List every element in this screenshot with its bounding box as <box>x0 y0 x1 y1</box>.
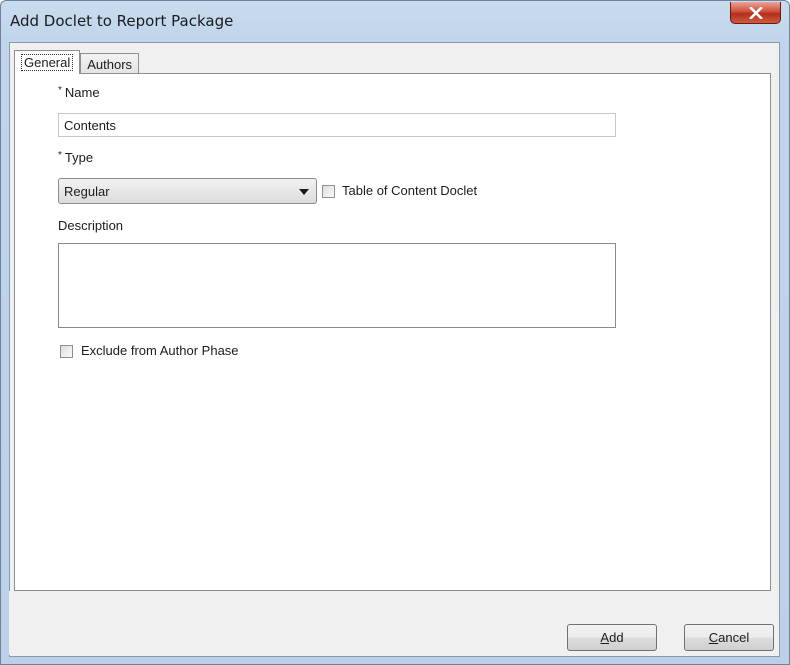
description-textarea[interactable] <box>58 243 616 328</box>
cancel-button[interactable]: Cancel <box>684 624 774 651</box>
add-button[interactable]: Add <box>567 624 657 651</box>
close-icon <box>748 6 763 19</box>
button-footer <box>9 591 778 655</box>
name-input[interactable] <box>58 113 616 137</box>
title-bar[interactable]: Add Doclet to Report Package <box>1 1 789 43</box>
dropdown-arrow-icon <box>299 189 309 195</box>
name-label-text: Name <box>64 85 100 100</box>
name-label: * Name <box>58 85 100 100</box>
required-marker: * <box>58 150 62 161</box>
toc-doclet-checkbox[interactable] <box>322 185 335 198</box>
description-label: Description <box>58 218 124 233</box>
type-label-text: Type <box>64 150 94 165</box>
tab-general[interactable]: General <box>14 50 81 74</box>
tab-authors-label: Authors <box>87 56 133 72</box>
cancel-label-rest: ancel <box>718 630 750 645</box>
type-dropdown[interactable]: Regular <box>58 178 317 204</box>
cancel-button-label: Cancel <box>709 630 749 645</box>
toc-doclet-label[interactable]: Table of Content Doclet <box>342 183 477 198</box>
add-label-rest: dd <box>609 630 624 645</box>
general-tab-panel <box>14 73 771 591</box>
type-dropdown-value: Regular <box>64 183 110 199</box>
required-marker: * <box>58 85 62 96</box>
tab-strip: General Authors <box>14 50 140 74</box>
type-label: * Type <box>58 150 93 165</box>
add-mnemonic: A <box>600 630 610 645</box>
window-title: Add Doclet to Report Package <box>10 12 234 30</box>
add-button-label: Add <box>600 630 623 645</box>
exclude-author-phase-checkbox[interactable] <box>60 345 73 358</box>
close-button[interactable] <box>730 2 781 24</box>
exclude-author-phase-label[interactable]: Exclude from Author Phase <box>81 343 239 358</box>
tab-authors[interactable]: Authors <box>80 53 140 74</box>
cancel-mnemonic: C <box>708 630 719 645</box>
tab-general-label: General <box>21 54 74 71</box>
